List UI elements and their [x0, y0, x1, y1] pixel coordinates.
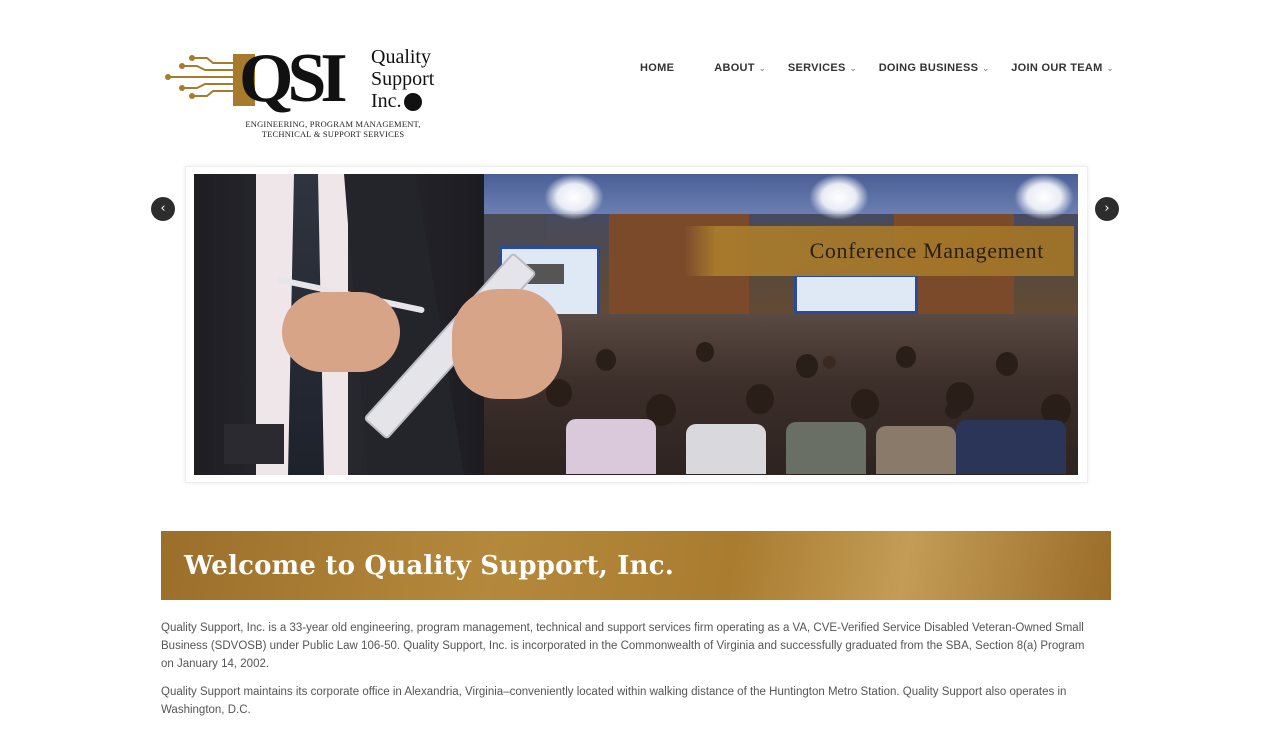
hero-slider: Conference Management — [185, 166, 1088, 483]
logo-mark: QSI — [233, 44, 369, 114]
site-header: QSI Quality Support Inc. Engineering, Pr… — [0, 0, 1280, 150]
slider-next-button[interactable]: › — [1095, 197, 1119, 221]
page-title: Welcome to Quality Support, Inc. — [184, 550, 675, 581]
logo-company-name: Quality Support Inc. — [371, 46, 435, 112]
chevron-down-icon: ⌄ — [758, 63, 766, 73]
chevron-left-icon: ‹ — [160, 201, 166, 216]
globe-icon — [403, 93, 422, 112]
site-logo[interactable]: QSI Quality Support Inc. Engineering, Pr… — [163, 42, 453, 142]
welcome-banner: Welcome to Quality Support, Inc. — [161, 531, 1111, 600]
nav-item-join-our-team[interactable]: JOIN OUR TEAM ⌄ — [1011, 62, 1113, 74]
intro-content: Quality Support, Inc. is a 33-year old e… — [161, 619, 1096, 729]
intro-paragraph: Quality Support maintains its corporate … — [161, 686, 1067, 716]
nav-item-services[interactable]: SERVICES ⌄ — [788, 62, 857, 74]
slider-prev-button[interactable]: ‹ — [151, 197, 175, 221]
nav-item-doing-business[interactable]: DOING BUSINESS ⌄ — [879, 62, 990, 74]
main-nav: HOME ABOUT ⌄ SERVICES ⌄ DOING BUSINESS ⌄ JO… — [640, 62, 1114, 74]
slide-caption: Conference Management — [684, 226, 1074, 276]
nav-item-home[interactable]: HOME — [640, 62, 674, 74]
chevron-down-icon: ⌄ — [1106, 63, 1114, 73]
nav-item-about[interactable]: ABOUT ⌄ — [714, 62, 766, 74]
logo-tagline: Engineering, Program Management, Technic… — [245, 119, 421, 139]
intro-paragraph: Quality Support, Inc. is a 33-year old e… — [161, 622, 1085, 670]
chevron-right-icon: › — [1104, 201, 1110, 216]
chevron-down-icon: ⌄ — [982, 63, 990, 73]
circuit-icon — [165, 55, 243, 99]
chevron-down-icon: ⌄ — [849, 63, 857, 73]
slide-image: Conference Management — [194, 174, 1078, 475]
